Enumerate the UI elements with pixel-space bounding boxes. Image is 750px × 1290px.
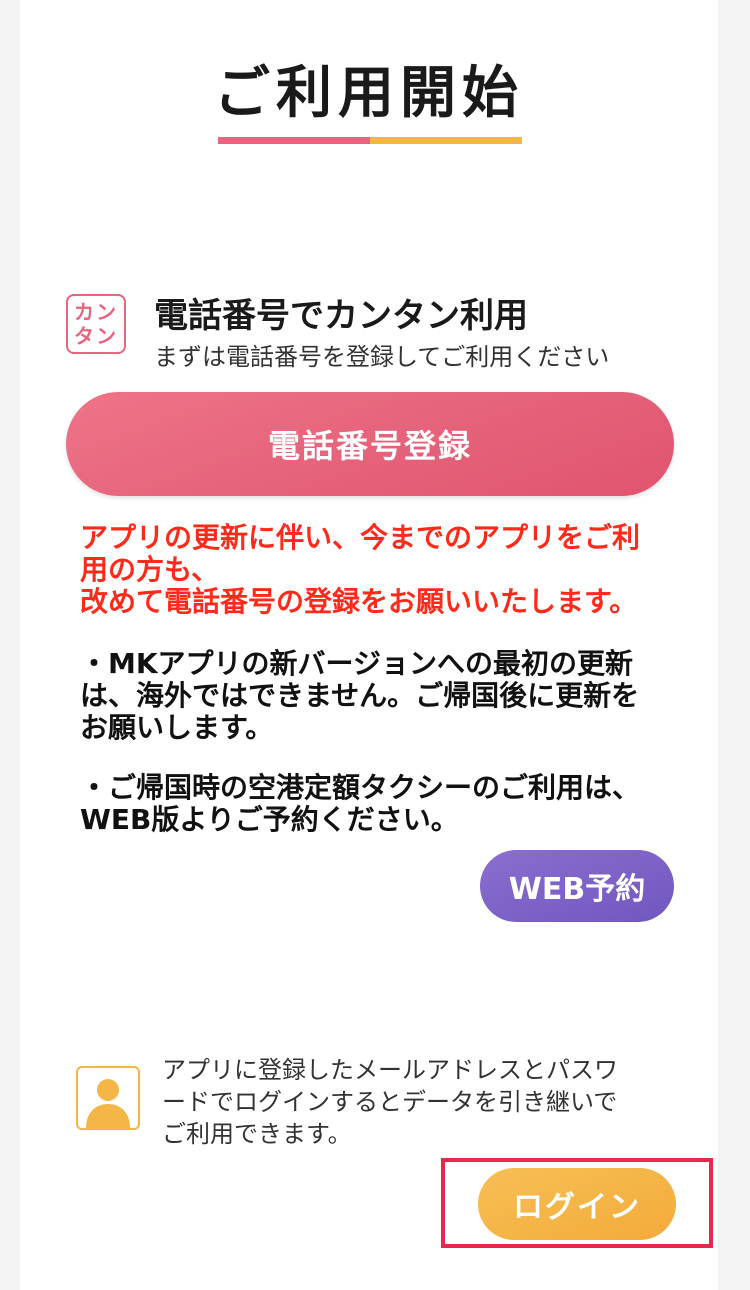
login-button[interactable]: ログイン bbox=[478, 1168, 676, 1240]
kantan-icon-line1: カン bbox=[74, 300, 118, 324]
overseas-update-notice: ・MKアプリの新バージョンへの最初の更新 は、海外ではできません。ご帰国後に更新… bbox=[80, 648, 690, 744]
login-description: アプリに登録したメールアドレスとパスワ ードでログインするとデータを引き継いで … bbox=[162, 1054, 682, 1150]
phone-section-subtitle: まずは電話番号を登録してご利用ください bbox=[154, 343, 610, 371]
update-notice-red: アプリの更新に伴い、今までのアプリをご利 用の方も、 改めて電話番号の登録をお願… bbox=[80, 522, 680, 618]
title-underline bbox=[218, 137, 522, 144]
notice-red-line: 改めて電話番号の登録をお願いいたします。 bbox=[80, 585, 638, 618]
notice-red-line: アプリの更新に伴い、今までのアプリをご利 bbox=[80, 521, 641, 554]
phone-register-button[interactable]: 電話番号登録 bbox=[66, 392, 674, 496]
notice-red-line: 用の方も、 bbox=[80, 553, 220, 586]
phone-section-title: 電話番号でカンタン利用 bbox=[154, 296, 528, 336]
notice-line: ・MKアプリの新バージョンへの最初の更新 bbox=[80, 647, 634, 680]
notice-line: は、海外ではできません。ご帰国後に更新を bbox=[80, 679, 640, 712]
page-title: ご利用開始 bbox=[214, 61, 524, 126]
kantan-icon: カン タン bbox=[66, 294, 126, 354]
user-silhouette-icon bbox=[76, 1066, 140, 1130]
notice-line: WEB版よりご予約ください。 bbox=[80, 803, 459, 836]
kantan-icon-line2: タン bbox=[74, 324, 118, 348]
notice-line: お願いします。 bbox=[80, 711, 274, 744]
login-desc-line: ードでログインするとデータを引き継いで bbox=[162, 1088, 618, 1116]
login-desc-line: ご利用できます。 bbox=[162, 1120, 352, 1148]
web-reservation-button[interactable]: WEB予約 bbox=[480, 850, 674, 922]
page-container: ご利用開始 カン タン 電話番号でカンタン利用 まずは電話番号を登録してご利用く… bbox=[20, 0, 718, 1290]
airport-taxi-notice: ・ご帰国時の空港定額タクシーのご利用は、 WEB版よりご予約ください。 bbox=[80, 772, 690, 836]
login-desc-line: アプリに登録したメールアドレスとパスワ bbox=[162, 1056, 618, 1084]
notice-line: ・ご帰国時の空港定額タクシーのご利用は、 bbox=[80, 771, 641, 804]
